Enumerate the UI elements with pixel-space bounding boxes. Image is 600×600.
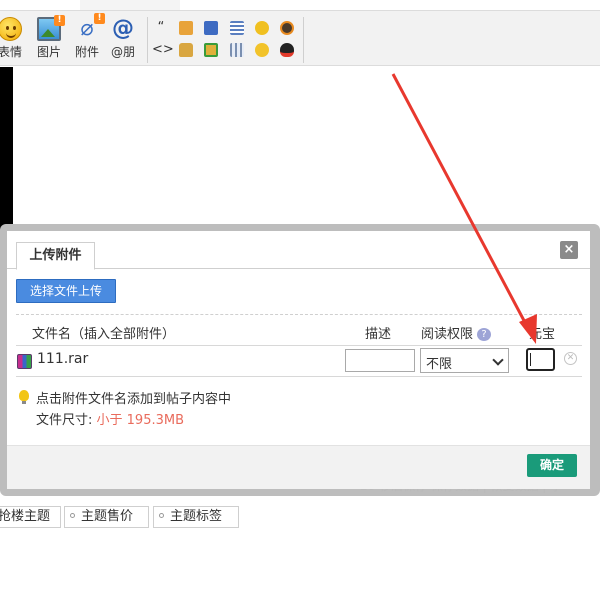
word-icon[interactable] xyxy=(202,19,220,37)
select-file-button[interactable]: 选择文件上传 xyxy=(16,279,116,303)
toolbar-attachment-label: 附件 xyxy=(74,45,99,59)
close-icon[interactable]: × xyxy=(560,241,578,259)
media-icon[interactable] xyxy=(278,19,296,37)
toolbar-image-label: 图片 xyxy=(36,45,61,59)
permission-value: 不限 xyxy=(426,357,453,372)
attachment-filename-link[interactable]: 111.rar xyxy=(37,351,88,367)
toolbar-mention-label: @朋 xyxy=(110,45,135,59)
upload-attachment-dialog: 上传附件 × 选择文件上传 文件名（插入全部附件） 描述 阅读权限? 元宝 11… xyxy=(7,231,590,489)
row-divider xyxy=(16,345,582,346)
dialog-tab-bar: 上传附件 × xyxy=(7,231,590,270)
mention-icon: @ xyxy=(112,16,134,41)
toolbar-image-button[interactable]: ! 图片 xyxy=(31,15,67,65)
permission-select[interactable]: 不限 xyxy=(420,348,509,373)
confirm-button[interactable]: 确定 xyxy=(527,454,577,477)
thread-tags-button[interactable]: 主题标签 xyxy=(153,506,239,528)
toolbar-attachment-button[interactable]: ⌀! 附件 xyxy=(69,13,105,65)
insert-tip: 点击附件文件名添加到帖子内容中 xyxy=(36,392,232,407)
rar-file-icon xyxy=(17,354,32,369)
free-icon[interactable] xyxy=(177,19,195,37)
help-icon[interactable]: ? xyxy=(477,328,492,341)
toolbar-emoji-button[interactable]: 表情 xyxy=(0,15,28,65)
download-icon[interactable] xyxy=(202,41,220,59)
file-size-limit: 小于 195.3MB xyxy=(96,413,184,428)
quote-icon[interactable]: “ xyxy=(152,19,170,37)
file-size-info: 文件尺寸: 小于 195.3MB xyxy=(36,413,184,428)
flash-icon[interactable] xyxy=(253,19,271,37)
toolbar-emoji-label: 表情 xyxy=(0,45,22,59)
column-coin: 元宝 xyxy=(529,327,556,342)
qq-icon[interactable] xyxy=(278,41,296,59)
description-input[interactable] xyxy=(345,349,415,372)
tab-upload-attachment[interactable]: 上传附件 xyxy=(16,242,95,270)
emoji-icon xyxy=(0,17,22,41)
attachment-icon: ⌀! xyxy=(75,13,105,41)
code-icon[interactable]: <> xyxy=(152,41,174,59)
dialog-footer: 确定 xyxy=(7,445,590,489)
divider xyxy=(16,314,582,315)
chevron-down-icon xyxy=(492,354,504,366)
delete-attachment-icon[interactable]: ✕ xyxy=(564,352,577,365)
lightbulb-icon xyxy=(19,390,29,404)
left-dark-bar xyxy=(0,67,13,232)
rush-floor-thread-button[interactable]: 抢楼主题 xyxy=(0,506,61,528)
lock-icon[interactable] xyxy=(177,41,195,59)
background-icon[interactable] xyxy=(253,41,271,59)
row-divider xyxy=(16,376,582,377)
column-description: 描述 xyxy=(365,327,392,342)
toolbar-mention-button[interactable]: @ @朋 xyxy=(105,15,141,65)
coin-input[interactable] xyxy=(526,348,555,371)
image-icon: ! xyxy=(37,15,65,41)
column-filename[interactable]: 文件名（插入全部附件） xyxy=(32,323,175,342)
editor-toolbar: 表情 ! 图片 ⌀! 附件 @ @朋 “ <> xyxy=(0,10,600,66)
top-strip xyxy=(0,0,600,10)
column-permission: 阅读权限? xyxy=(421,323,492,342)
list-icon[interactable] xyxy=(228,19,246,37)
table-icon[interactable] xyxy=(228,41,246,59)
top-tab xyxy=(80,0,180,10)
thread-price-button[interactable]: 主题售价 xyxy=(64,506,149,528)
toolbar-divider xyxy=(147,17,148,63)
toolbar-divider-2 xyxy=(303,17,304,63)
